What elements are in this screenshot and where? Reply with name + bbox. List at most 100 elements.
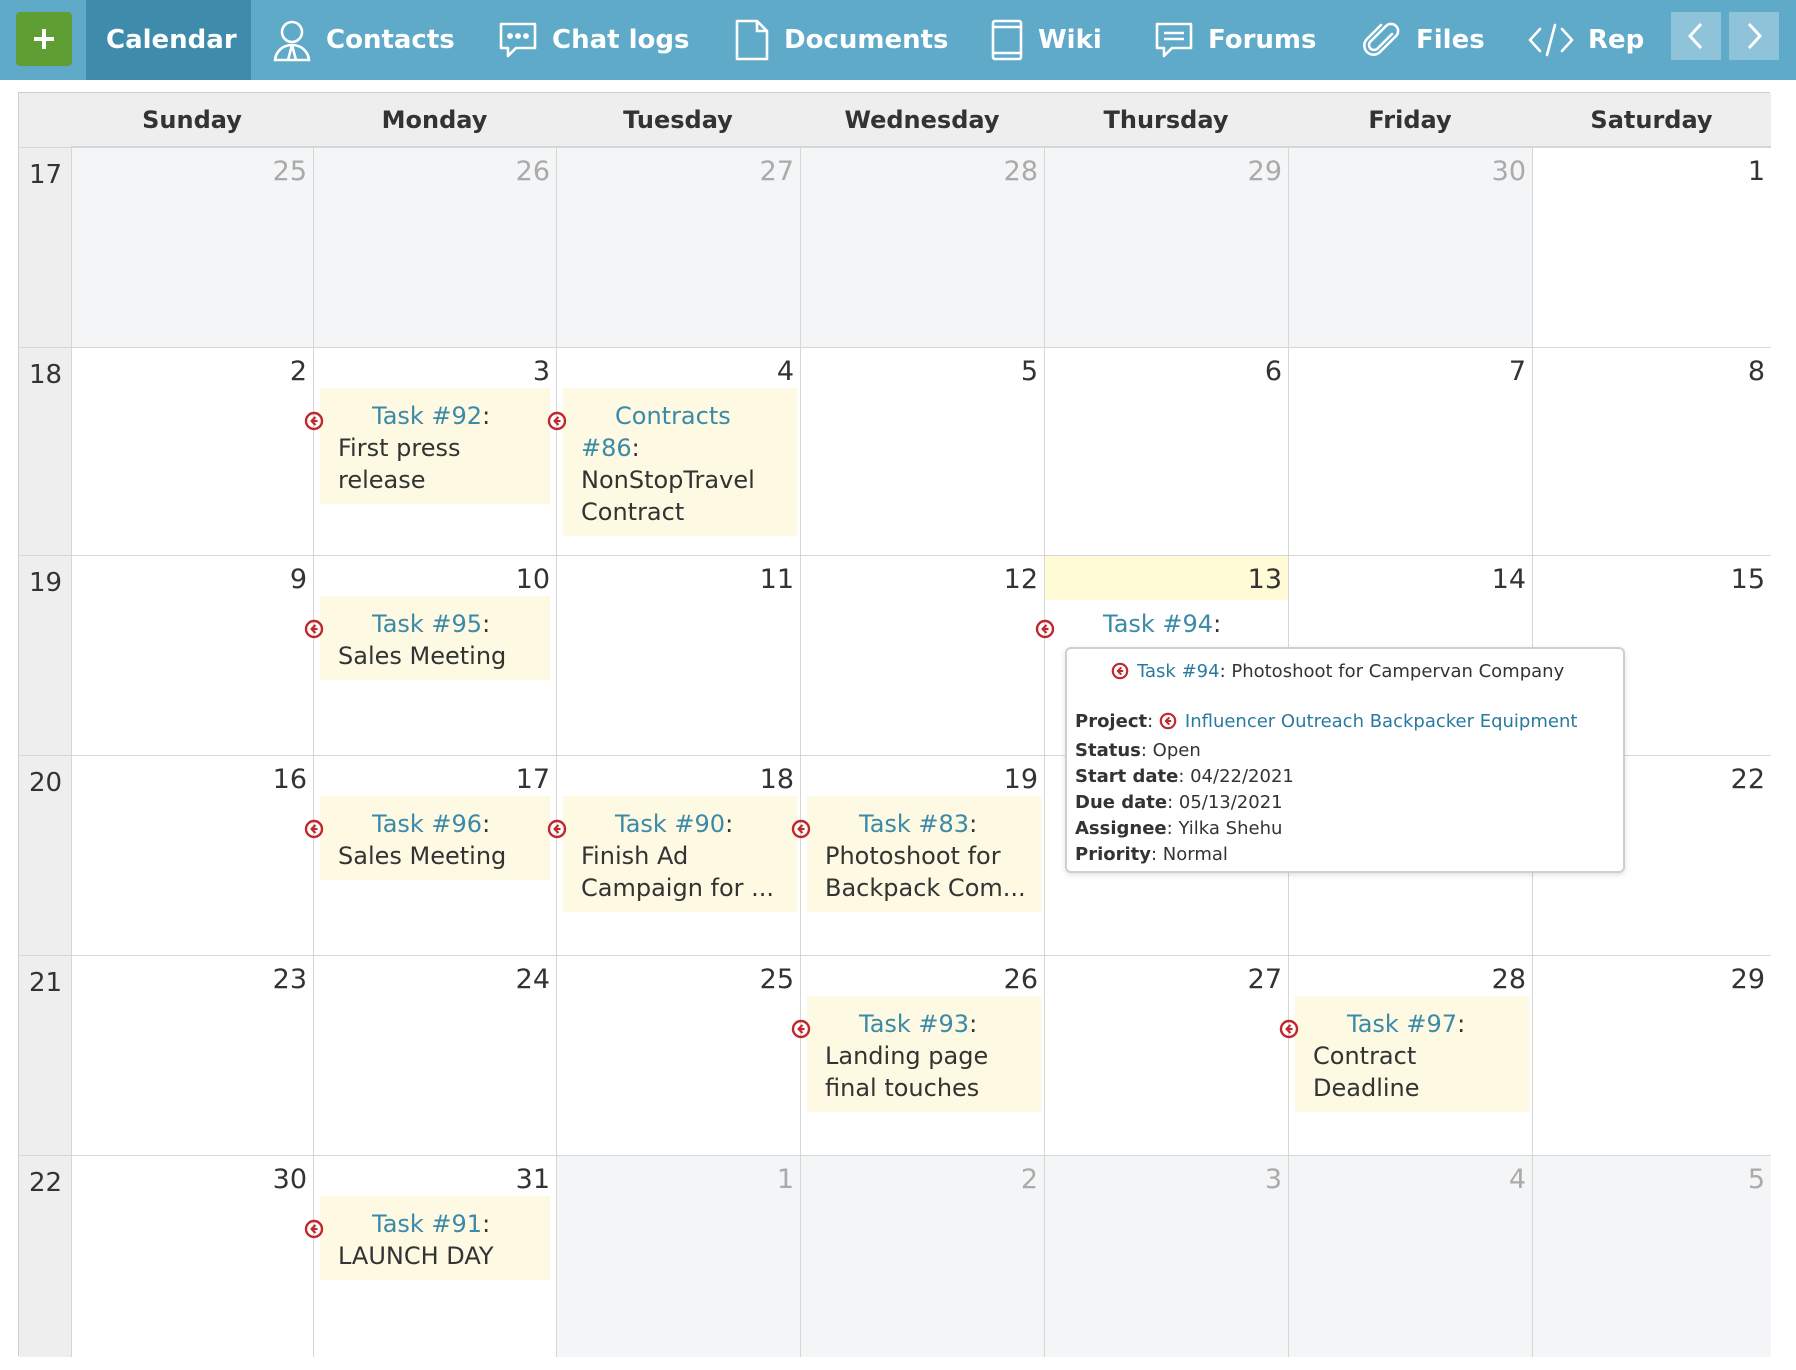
calendar-event-task-90[interactable]: Task #90: Finish Ad Campaign for ... — [547, 796, 797, 912]
day-cell[interactable]: 29 — [1044, 147, 1288, 347]
day-cell[interactable]: 18 Task #90: Finish Ad Campaign for ... — [547, 755, 800, 955]
day-cell[interactable]: 31 Task #91: LAUNCH DAY — [304, 1155, 556, 1357]
day-cell[interactable]: 8 — [1532, 347, 1771, 555]
event-link[interactable]: Task #83 — [859, 810, 969, 838]
day-cell[interactable]: 24 — [313, 955, 556, 1155]
tooltip-task-title: : Photoshoot for Campervan Company — [1219, 661, 1565, 682]
add-button[interactable] — [16, 12, 72, 66]
day-cell[interactable]: 11 — [556, 555, 800, 755]
event-link[interactable]: Task #92 — [372, 402, 482, 430]
day-number: 4 — [1508, 1164, 1526, 1195]
event-title-line: First press — [338, 434, 461, 462]
day-cell[interactable]: 17 Task #96: Sales Meeting — [304, 755, 556, 955]
scroll-right-button[interactable] — [1729, 12, 1779, 60]
tooltip-project-label: Project — [1075, 711, 1148, 732]
day-cell[interactable]: 23 — [71, 955, 313, 1155]
task-tooltip: Task #94: Photoshoot for Campervan Compa… — [1065, 647, 1625, 873]
day-cell[interactable]: 5 — [800, 347, 1044, 555]
day-number: 31 — [515, 1164, 550, 1195]
day-number: 29 — [1247, 156, 1282, 187]
day-cell[interactable]: 30 — [1288, 147, 1532, 347]
project-circle-icon — [1159, 712, 1177, 738]
day-cell[interactable]: 30 — [71, 1155, 313, 1357]
event-link[interactable]: Task #96 — [372, 810, 482, 838]
day-cell[interactable]: 4 Contracts #86: NonStopTravel Contract — [547, 347, 800, 555]
day-header-tuesday: Tuesday — [556, 93, 800, 147]
day-cell[interactable]: 2 — [800, 1155, 1044, 1357]
tab-rep[interactable]: Rep — [1528, 0, 1644, 80]
chevron-left-icon — [1687, 22, 1703, 50]
calendar-event-task-93[interactable]: Task #93: Landing page final touches — [791, 996, 1041, 1112]
day-cell[interactable]: 27 — [1044, 955, 1288, 1155]
calendar-event-task-97[interactable]: Task #97: Contract Deadline — [1279, 996, 1529, 1112]
day-number: 13 — [1247, 564, 1282, 595]
day-cell[interactable]: 26 Task #93: Landing page final touches — [791, 955, 1044, 1155]
day-cell[interactable]: 28 Task #97: Contract Deadline — [1279, 955, 1532, 1155]
task-circle-icon — [791, 815, 811, 847]
day-number: 6 — [1264, 356, 1282, 387]
event-link[interactable]: Task #90 — [615, 810, 725, 838]
day-cell[interactable]: 6 — [1044, 347, 1288, 555]
tooltip-project-row: Project: Influencer Outreach Backpacker … — [1075, 709, 1577, 738]
chevron-right-icon — [1747, 22, 1763, 50]
tab-calendar[interactable]: Calendar — [86, 0, 251, 80]
day-cell[interactable]: 3 Task #92: First press release — [304, 347, 556, 555]
day-cell[interactable]: 3 — [1044, 1155, 1288, 1357]
day-cell[interactable]: 16 — [71, 755, 313, 955]
day-number: 19 — [1003, 764, 1038, 795]
tab-files-label: Files — [1416, 25, 1485, 55]
calendar-event-task-83[interactable]: Task #83: Photoshoot for Backpack Com... — [791, 796, 1041, 912]
event-link[interactable]: Task #95 — [372, 610, 482, 638]
tab-files[interactable]: Files — [1362, 0, 1485, 80]
event-link[interactable]: Task #94 — [1103, 610, 1213, 638]
task-circle-icon — [547, 407, 567, 439]
calendar-event-task-91[interactable]: Task #91: LAUNCH DAY — [304, 1196, 550, 1280]
tab-wiki[interactable]: Wiki — [990, 0, 1102, 80]
day-cell[interactable]: 27 — [556, 147, 800, 347]
calendar-event-task-86[interactable]: Contracts #86: NonStopTravel Contract — [547, 388, 797, 536]
day-cell[interactable]: 12 — [800, 555, 1044, 755]
day-number: 30 — [1491, 156, 1526, 187]
day-number: 28 — [1003, 156, 1038, 187]
day-number: 26 — [1003, 964, 1038, 995]
day-cell[interactable]: 25 — [71, 147, 313, 347]
tab-chat-logs[interactable]: Chat logs — [498, 0, 689, 80]
day-cell[interactable]: 5 — [1532, 1155, 1771, 1357]
day-cell[interactable]: 25 — [556, 955, 800, 1155]
day-cell[interactable]: 4 — [1288, 1155, 1532, 1357]
day-cell[interactable]: 2 — [71, 347, 313, 555]
forum-icon — [1154, 20, 1194, 60]
event-link[interactable]: Task #91 — [372, 1210, 482, 1238]
event-link[interactable]: Task #97 — [1347, 1010, 1457, 1038]
tooltip-project-link[interactable]: Influencer Outreach Backpacker Equipment — [1185, 711, 1578, 732]
event-link[interactable]: #86 — [581, 434, 632, 462]
event-title-line: Landing page — [825, 1042, 989, 1070]
day-cell[interactable]: 1 — [556, 1155, 800, 1357]
calendar-event-task-92[interactable]: Task #92: First press release — [304, 388, 550, 504]
calendar-event-task-96[interactable]: Task #96: Sales Meeting — [304, 796, 550, 880]
week-number: 22 — [19, 1155, 71, 1357]
day-number: 5 — [1020, 356, 1038, 387]
event-link[interactable]: Contracts — [615, 402, 731, 430]
day-cell[interactable]: 10 Task #95: Sales Meeting — [304, 555, 556, 755]
day-number: 3 — [1264, 1164, 1282, 1195]
event-link[interactable]: Task #93 — [859, 1010, 969, 1038]
day-cell[interactable]: 9 — [71, 555, 313, 755]
day-cell[interactable]: 7 — [1288, 347, 1532, 555]
event-title-line: Sales Meeting — [338, 642, 507, 670]
week-number: 17 — [19, 147, 71, 347]
day-cell[interactable]: 28 — [800, 147, 1044, 347]
tab-documents[interactable]: Documents — [734, 0, 949, 80]
task-circle-icon — [304, 815, 324, 847]
tab-forums[interactable]: Forums — [1154, 0, 1316, 80]
day-cell[interactable]: 26 — [313, 147, 556, 347]
calendar-event-task-95[interactable]: Task #95: Sales Meeting — [304, 596, 550, 680]
event-title-line: LAUNCH DAY — [338, 1242, 494, 1270]
tooltip-task-link[interactable]: Task #94 — [1137, 661, 1220, 682]
day-cell[interactable]: 19 Task #83: Photoshoot for Backpack Com... — [791, 755, 1044, 955]
day-cell[interactable]: 1 — [1532, 147, 1771, 347]
scroll-left-button[interactable] — [1671, 12, 1721, 60]
day-cell[interactable]: 29 — [1532, 955, 1771, 1155]
task-circle-icon — [304, 615, 324, 647]
tab-contacts[interactable]: Contacts — [272, 0, 455, 80]
